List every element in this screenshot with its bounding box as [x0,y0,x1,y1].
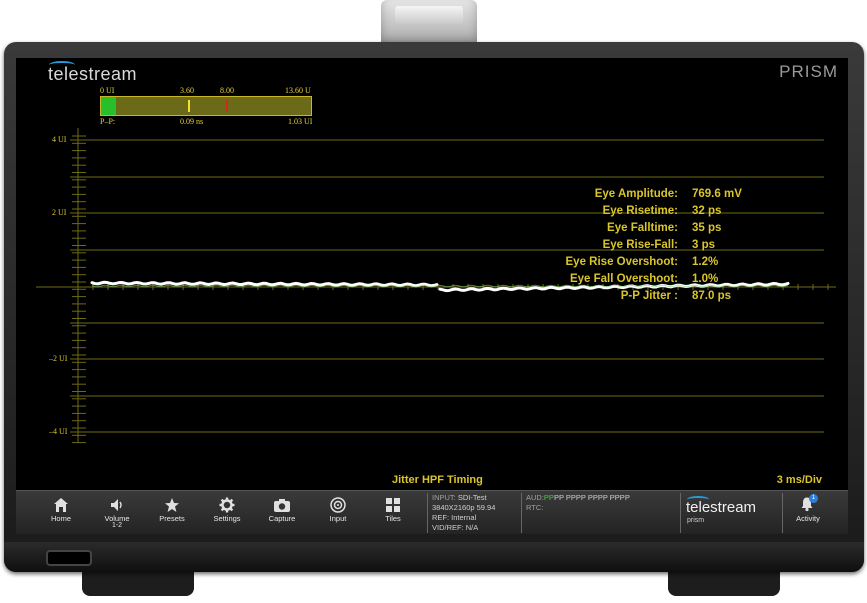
measurement-row: Eye Fall Overshoot: 1.0% [502,271,802,288]
tiles-icon [386,498,400,512]
meter-label-1: 3.60 [180,86,194,95]
y-label-4ui: 4 UI [52,135,67,144]
meas-value: 87.0 ps [692,290,731,302]
brand-sub-text: prism [687,517,705,524]
sd-card-slot [46,550,92,566]
measurement-row: Eye Rise Overshoot: 1.2% [502,254,802,271]
prism-title: PRISM [779,62,838,81]
gear-icon [219,497,235,513]
eye-measurements: Eye Amplitude: 769.6 mV Eye Risetime: 32 p… [502,186,802,305]
ref-line: REF: Internal [432,513,477,522]
input-key: INPUT: [432,493,456,502]
logo-swoosh [687,496,709,503]
aud-value: PP PPPP PPPP PPPP [553,493,630,502]
meas-value: 1.2% [692,256,719,268]
aud-key: AUD: [526,493,544,502]
tiles-button[interactable]: Tiles [368,493,418,533]
meas-key: Eye Fall Overshoot: [569,273,678,285]
y-label-2ui: 2 UI [52,208,67,217]
meas-value: 35 ps [692,222,722,234]
measurement-row: Eye Rise-Fall: 3 ps [502,237,802,254]
meter-marker-red [226,100,228,112]
camera-icon [274,499,290,512]
meas-value: 769.6 mV [692,188,742,200]
logo-swoosh [49,61,75,69]
meas-key: Eye Amplitude: [594,188,678,200]
input-icon [330,497,346,513]
settings-button[interactable]: Settings [202,493,252,533]
meter-pp-label: P–P: [100,117,116,126]
meter-pp-ns: 0.09 ns [180,117,204,126]
vidref-line: VID/REF: N/A [432,523,479,532]
meter-label-0: 0 UI [100,86,115,95]
activity-button[interactable]: 1 Activity [783,493,833,533]
y-label-neg4ui: –4 UI [49,427,68,436]
screen: telestream PRISM 0 UI 3.60 8.00 13.60 U … [16,58,848,534]
meter-label-2: 8.00 [220,86,234,95]
jitter-hpf-label: Jitter HPF Timing [392,474,483,486]
capture-button[interactable]: Capture [257,493,307,533]
handle-grip [395,6,463,24]
input-line: INPUT: SDI-Test [432,493,495,503]
capture-label: Capture [268,514,296,523]
telestream-logo: telestream [48,61,137,85]
home-icon [54,498,68,512]
input-info-panel[interactable]: INPUT: SDI-Test 3840X2160p 59.94 REF: In… [432,493,495,533]
star-icon [165,498,179,512]
timebase-label: 3 ms/Div [776,474,822,486]
y-label-neg2ui: –2 UI [49,354,68,363]
measurement-row: P-P Jitter : 87.0 ps [502,288,802,305]
measurement-row: Eye Risetime: 32 ps [502,203,802,220]
volume-sub-label: 1-2 [111,522,123,529]
settings-label: Settings [213,514,241,523]
bottom-toolbar: Home Volume 1-2 Presets Settings Capture… [16,490,848,534]
meas-key: Eye Risetime: [602,205,678,217]
meas-value: 1.0% [692,273,719,285]
meas-key: P-P Jitter : [620,290,678,302]
presets-label: Presets [159,514,185,523]
input-label: Input [329,514,347,523]
input-button[interactable]: Input [313,493,363,533]
jitter-meter: 0 UI 3.60 8.00 13.60 U P–P: 0.09 ns 1.03… [100,86,316,126]
meas-value: 32 ps [692,205,722,217]
activity-icon-wrap: 1 [799,494,818,514]
toolbar-divider [680,493,681,533]
meas-key: Eye Falltime: [607,222,678,234]
home-button[interactable]: Home [36,493,86,533]
device-handle [381,0,477,46]
audio-info-panel[interactable]: AUD:PPPP PPPP PPPP PPPP RTC: [526,493,630,513]
device-foot-left [82,570,194,596]
speaker-icon [111,499,122,511]
bezel-bottom [4,542,864,572]
meter-label-3: 13.60 U [285,86,311,95]
meter-fill [101,97,116,115]
format-line: 3840X2160p 59.94 [432,503,496,512]
presets-button[interactable]: Presets [147,493,197,533]
meas-key: Eye Rise-Fall: [602,239,678,251]
measurement-row: Eye Falltime: 35 ps [502,220,802,237]
activity-label: Activity [796,514,820,523]
meter-bar [100,96,312,116]
telestream-prism-logo: telestream prism [686,496,756,524]
activity-badge: 1 [809,494,818,503]
rtc-line: RTC: [526,503,630,513]
rtc-key: RTC: [526,503,544,512]
meter-pp-ui: 1.03 UI [288,117,313,126]
aud-value-green: PP [543,493,554,502]
toolbar-divider [521,493,522,533]
input-value: SDI-Test [457,493,487,502]
meas-key: Eye Rise Overshoot: [565,256,678,268]
toolbar-divider [427,493,428,533]
measurement-row: Eye Amplitude: 769.6 mV [502,186,802,203]
device-foot-right [668,570,780,596]
tiles-label: Tiles [385,514,401,523]
meter-marker-yellow [188,100,190,112]
audio-line: AUD:PPPP PPPP PPPP PPPP [526,493,630,503]
home-label: Home [50,514,71,523]
meas-value: 3 ps [692,239,716,251]
volume-button[interactable]: Volume 1-2 [92,493,142,533]
y-minor-ticks [72,135,86,444]
